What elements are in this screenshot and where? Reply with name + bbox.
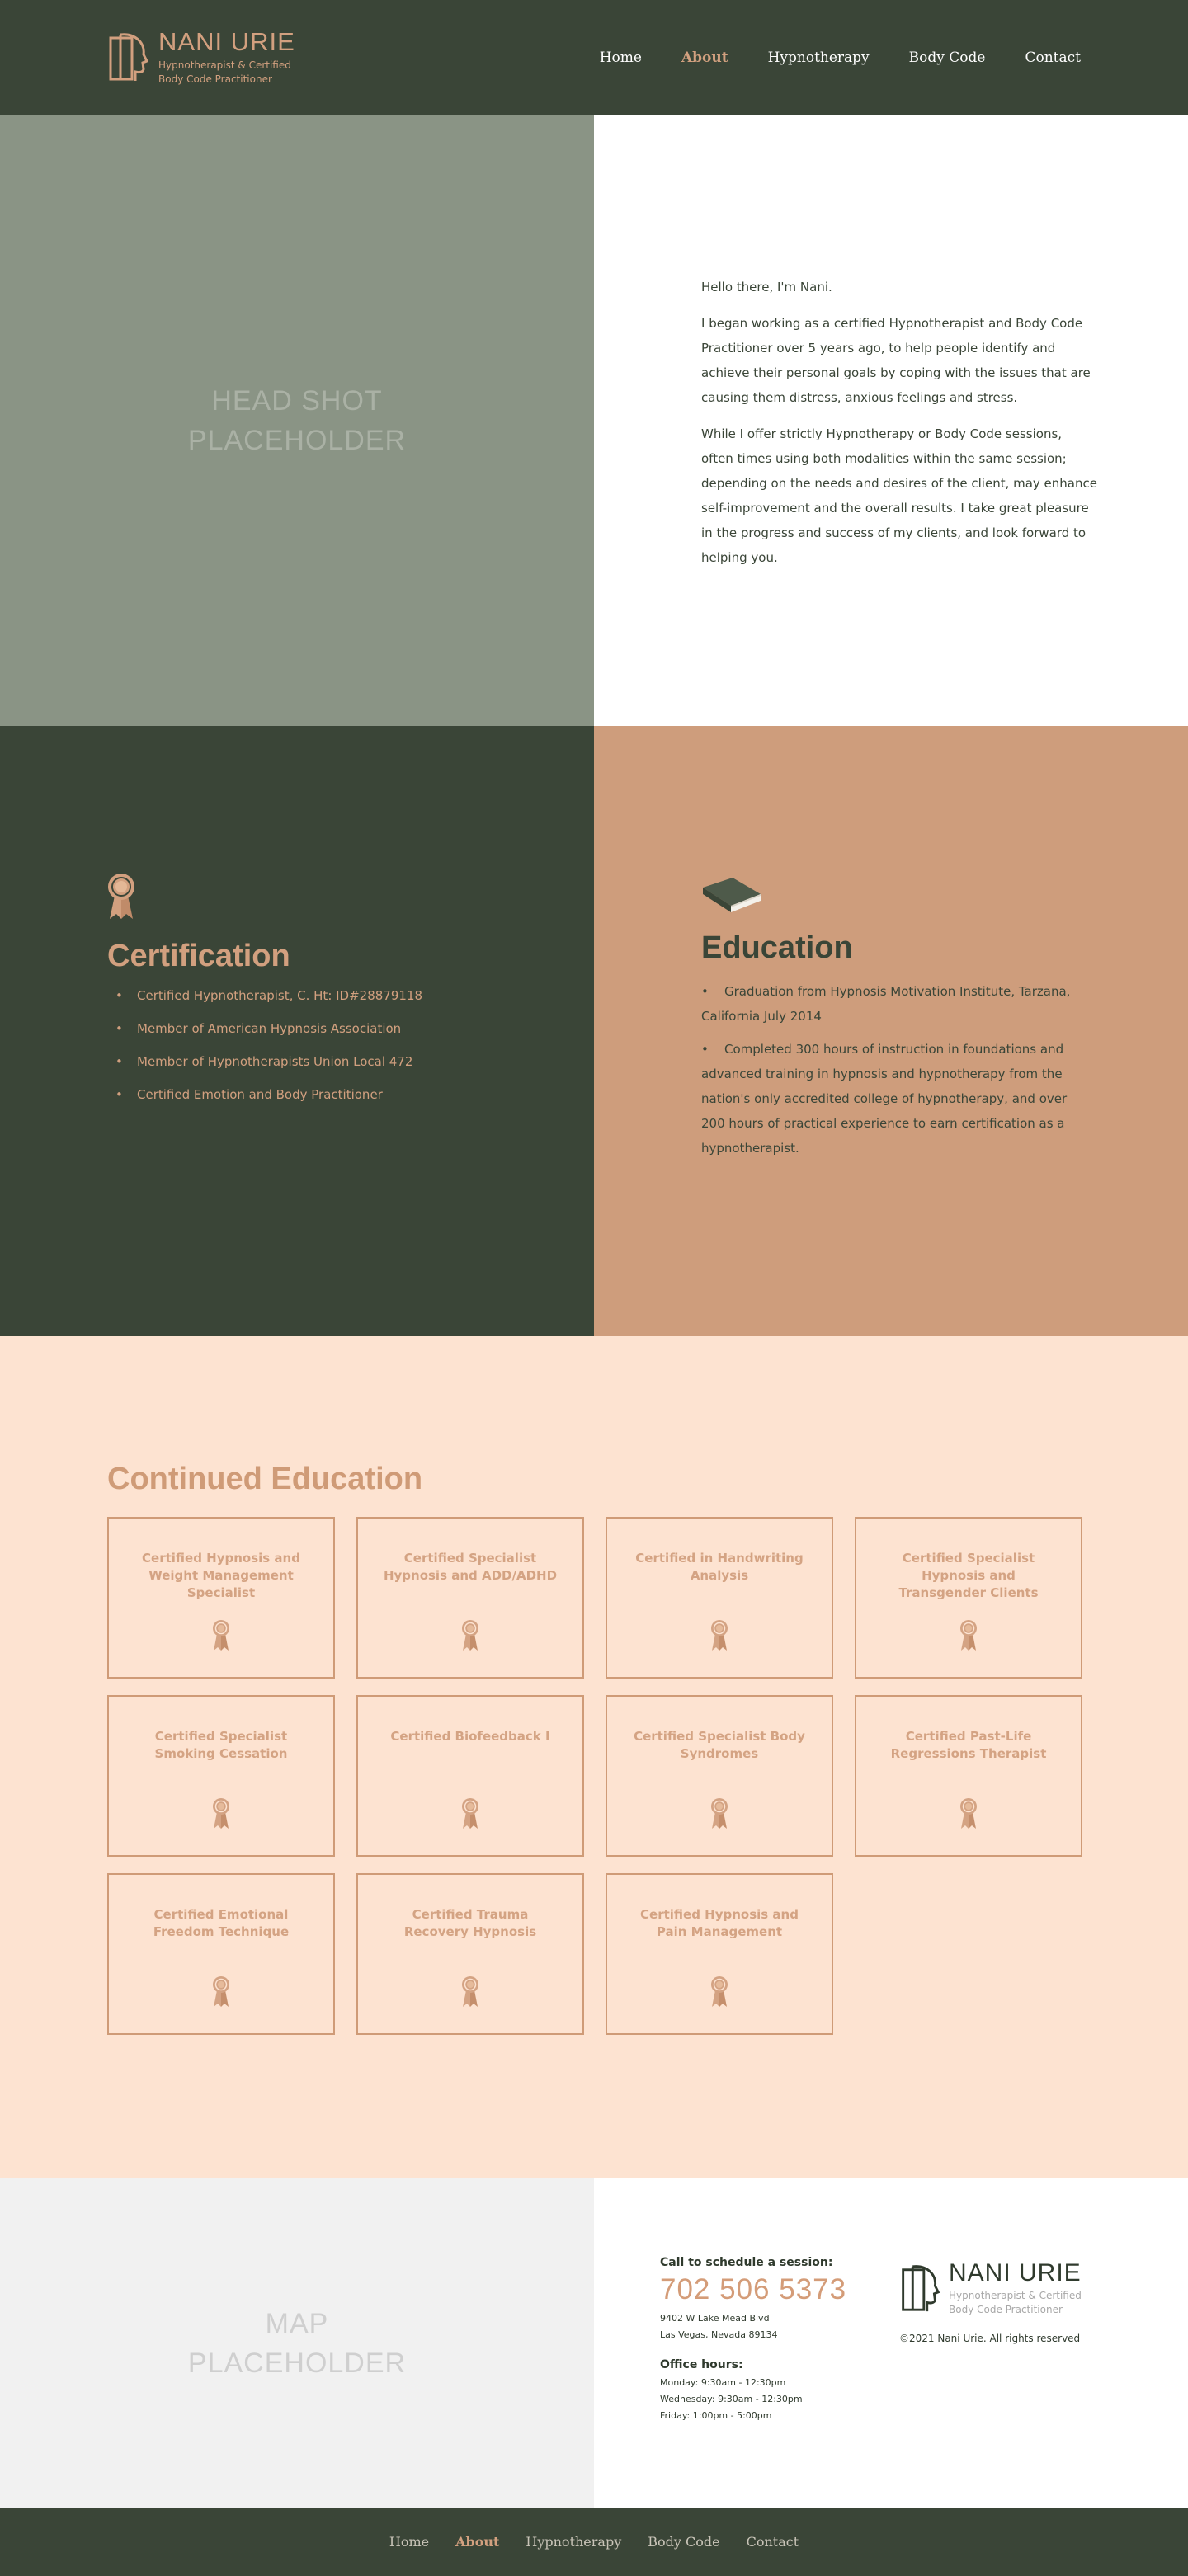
award-ribbon-icon — [212, 1619, 230, 1652]
intro-greeting: Hello there, I'm Nani. — [701, 280, 832, 294]
hours-monday: Monday: 9:30am - 12:30pm — [660, 2377, 786, 2388]
certification-title: Certification — [107, 939, 290, 973]
course-card-title: Certified Specialist Smoking Cessation — [154, 1729, 288, 1761]
course-card[interactable]: Certified Specialist Body Syndromes — [606, 1695, 833, 1857]
course-card-title: Certified Hypnosis and Weight Management… — [142, 1551, 300, 1600]
course-card[interactable]: Certified Trauma Recovery Hypnosis — [356, 1873, 584, 2035]
award-ribbon-icon — [959, 1619, 978, 1652]
course-card-title: Certified Specialist Hypnosis and Transg… — [898, 1551, 1039, 1600]
contact-section: MAP PLACEHOLDER Call to schedule a sessi… — [0, 2178, 1188, 2508]
course-card-title: Certified Biofeedback I — [390, 1729, 550, 1744]
continued-education-title: Continued Education — [107, 1462, 423, 1496]
award-ribbon-icon — [461, 1797, 479, 1830]
education-item-1: Graduation from Hypnosis Motivation Inst… — [701, 984, 1071, 1024]
course-card-title: Certified Past-Life Regressions Therapis… — [890, 1729, 1047, 1761]
bullet-icon: • — [701, 984, 709, 999]
nav-contact[interactable]: Contact — [1025, 49, 1081, 66]
footer-nav-about[interactable]: About — [455, 2534, 499, 2550]
list-item: • Graduation from Hypnosis Motivation Ins… — [701, 979, 1089, 1029]
award-ribbon-icon — [710, 1619, 728, 1652]
award-ribbon-icon — [212, 1976, 230, 2009]
nav-about[interactable]: About — [681, 49, 728, 66]
head-profile-logo-icon — [109, 33, 148, 81]
hours-friday: Friday: 1:00pm - 5:00pm — [660, 2410, 772, 2421]
footer-nav-contact[interactable]: Contact — [747, 2534, 799, 2550]
call-label: Call to schedule a session: — [660, 2256, 833, 2269]
main-nav: Home About Hypnotherapy Body Code Contac… — [560, 49, 1081, 66]
list-item: Certified Hypnotherapist, C. Ht: ID#2887… — [107, 987, 594, 1004]
course-card[interactable]: Certified in Handwriting Analysis — [606, 1517, 833, 1679]
list-item: Member of Hypnotherapists Union Local 47… — [107, 1053, 594, 1070]
continued-education-section: Continued Education Certified Hypnosis a… — [0, 1336, 1188, 2178]
award-ribbon-icon — [108, 874, 134, 919]
award-ribbon-icon — [212, 1797, 230, 1830]
course-card[interactable]: Certified Past-Life Regressions Therapis… — [855, 1695, 1082, 1857]
footer-nav-body-code[interactable]: Body Code — [648, 2534, 719, 2550]
brand-name: NANI URIE — [158, 26, 295, 56]
address-line-2: Las Vegas, Nevada 89134 — [660, 2329, 778, 2340]
book-icon — [703, 878, 761, 912]
list-item: Certified Emotion and Body Practitioner — [107, 1086, 594, 1103]
nav-hypnotherapy[interactable]: Hypnotherapy — [768, 49, 870, 66]
course-card[interactable]: Certified Specialist Hypnosis and ADD/AD… — [356, 1517, 584, 1679]
bullet-icon: • — [701, 1042, 709, 1057]
course-card[interactable]: Certified Biofeedback I — [356, 1695, 584, 1857]
education-panel: Education • Graduation from Hypnosis Moti… — [594, 726, 1188, 1336]
award-ribbon-icon — [461, 1619, 479, 1652]
course-card[interactable]: Certified Hypnosis and Weight Management… — [107, 1517, 335, 1679]
certification-panel: Certification Certified Hypnotherapist, … — [0, 726, 594, 1336]
award-ribbon-icon — [959, 1797, 978, 1830]
footer-nav: Home About Hypnotherapy Body Code Contac… — [0, 2508, 1188, 2576]
footer-brand-tagline-1: Hypnotherapist & Certified — [949, 2290, 1082, 2301]
intro-section: HEAD SHOT PLACEHOLDER Hello there, I'm N… — [0, 115, 1188, 726]
map-placeholder-text: MAP PLACEHOLDER — [187, 2307, 407, 2379]
address-line-1: 9402 W Lake Mead Blvd — [660, 2313, 770, 2324]
award-ribbon-icon — [710, 1976, 728, 2009]
contact-info: Call to schedule a session: 702 506 5373… — [594, 2178, 1188, 2508]
site-header: NANI URIE Hypnotherapist & Certified Bod… — [0, 0, 1188, 115]
brand-tagline-1: Hypnotherapist & Certified — [158, 59, 291, 71]
award-ribbon-icon — [461, 1976, 479, 2009]
head-profile-logo-icon — [902, 2265, 940, 2312]
education-title: Education — [701, 930, 853, 965]
copyright: ©2021 Nani Urie. All rights reserved — [899, 2332, 1081, 2344]
nav-home[interactable]: Home — [600, 49, 642, 66]
list-item: Member of American Hypnosis Association — [107, 1020, 594, 1037]
footer-brand-name: NANI URIE — [949, 2259, 1082, 2286]
phone-number[interactable]: 702 506 5373 — [660, 2274, 899, 2305]
brand-tagline-2: Body Code Practitioner — [158, 73, 272, 85]
intro-text-block: Hello there, I'm Nani. I began working a… — [594, 115, 1188, 726]
course-card-title: Certified Emotional Freedom Technique — [153, 1907, 290, 1939]
headshot-placeholder-text: HEAD SHOT PLACEHOLDER — [187, 385, 407, 456]
course-card-title: Certified Specialist Body Syndromes — [634, 1729, 805, 1761]
course-card[interactable]: Certified Specialist Smoking Cessation — [107, 1695, 335, 1857]
education-item-2: Completed 300 hours of instruction in fo… — [701, 1042, 1068, 1156]
map-placeholder[interactable]: MAP PLACEHOLDER — [0, 2178, 594, 2508]
footer-nav-hypnotherapy[interactable]: Hypnotherapy — [526, 2534, 621, 2550]
certification-list: Certified Hypnotherapist, C. Ht: ID#2887… — [107, 987, 594, 1103]
intro-paragraph-2: While I offer strictly Hypnotherapy or B… — [701, 426, 1097, 565]
nav-body-code[interactable]: Body Code — [909, 49, 986, 66]
course-card-title: Certified Hypnosis and Pain Management — [640, 1907, 799, 1939]
intro-paragraph-1: I began working as a certified Hypnother… — [701, 316, 1091, 405]
continued-education-grid: Certified Hypnosis and Weight Management… — [107, 1517, 1082, 2035]
course-card-title: Certified Specialist Hypnosis and ADD/AD… — [383, 1551, 558, 1583]
hours-wednesday: Wednesday: 9:30am - 12:30pm — [660, 2394, 803, 2404]
list-item: • Completed 300 hours of instruction in f… — [701, 1037, 1089, 1161]
award-ribbon-icon — [710, 1797, 728, 1830]
course-card[interactable]: Certified Specialist Hypnosis and Transg… — [855, 1517, 1082, 1679]
course-card-title: Certified Trauma Recovery Hypnosis — [403, 1907, 537, 1939]
brand-logo[interactable]: NANI URIE Hypnotherapist & Certified Bod… — [107, 29, 295, 87]
footer-nav-home[interactable]: Home — [389, 2534, 429, 2550]
headshot-placeholder: HEAD SHOT PLACEHOLDER — [0, 115, 594, 726]
course-card[interactable]: Certified Hypnosis and Pain Management — [606, 1873, 833, 2035]
course-card-title: Certified in Handwriting Analysis — [635, 1551, 804, 1583]
office-hours-label: Office hours: — [660, 2358, 743, 2371]
footer-brand-tagline-2: Body Code Practitioner — [949, 2304, 1063, 2316]
course-card[interactable]: Certified Emotional Freedom Technique — [107, 1873, 335, 2035]
footer-logo[interactable]: NANI URIE Hypnotherapist & Certified Bod… — [899, 2261, 1082, 2318]
credentials-section: Certification Certified Hypnotherapist, … — [0, 726, 1188, 1336]
